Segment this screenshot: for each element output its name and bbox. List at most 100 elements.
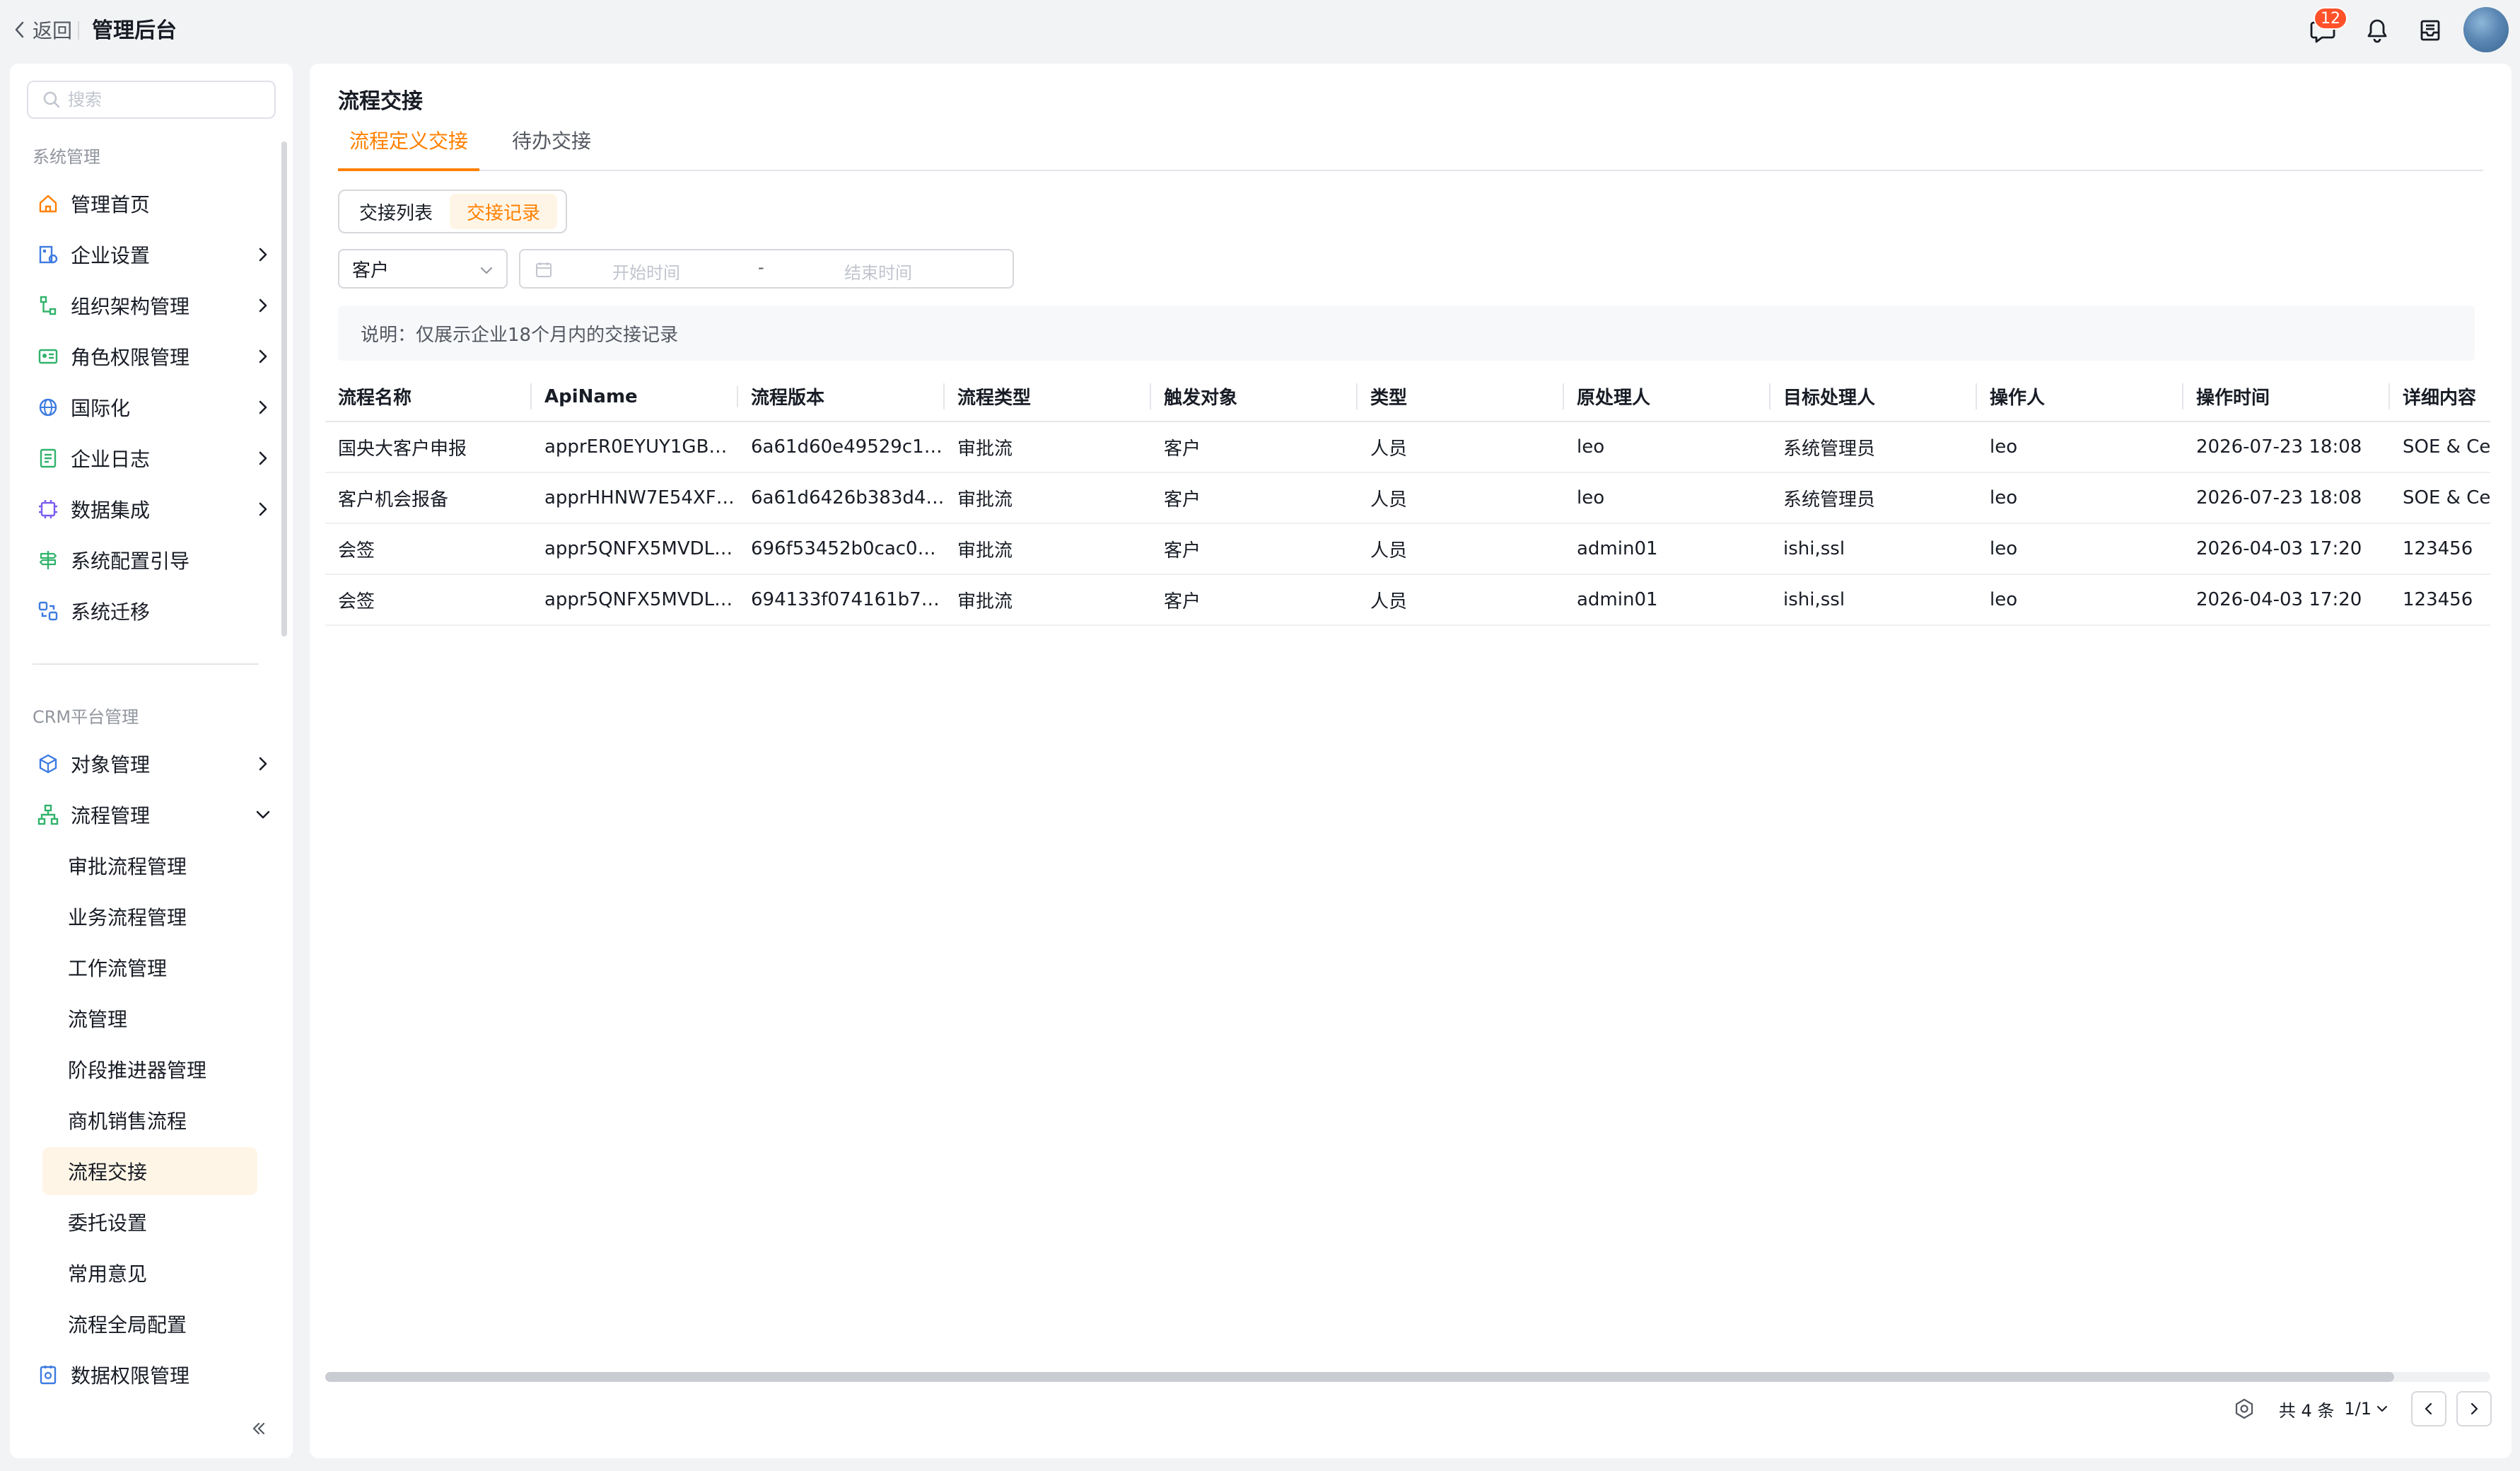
search-input[interactable] (68, 90, 266, 110)
column-header[interactable]: ApiName (532, 372, 738, 422)
tab-flow-definition-handover[interactable]: 流程定义交接 (338, 124, 480, 171)
flow-icon (35, 802, 61, 827)
sidebar-item-label: 国际化 (71, 397, 131, 420)
table-cell: admin01 (1564, 523, 1771, 575)
gear-icon[interactable] (2232, 1397, 2256, 1421)
column-header[interactable]: 流程类型 (945, 372, 1151, 422)
sidebar-subitem-label: 商机销售流程 (68, 1110, 187, 1133)
page-indicator-select[interactable]: 1/1 (2344, 1399, 2390, 1419)
table-cell: 人员 (1358, 574, 1564, 626)
column-header[interactable]: 详细内容 (2390, 372, 2490, 422)
segment-handover-records[interactable]: 交接记录 (450, 194, 558, 229)
prev-page-button[interactable] (2411, 1391, 2446, 1426)
sidebar-item-label: 对象管理 (71, 753, 151, 777)
sidebar-subitem-workflow[interactable]: 工作流管理 (42, 943, 257, 992)
end-date-input[interactable]: 结束时间 (844, 259, 912, 284)
total-count: 共 4 条 (2278, 1400, 2335, 1421)
object-select-value: 客户 (352, 260, 390, 281)
table-row[interactable]: 会签 appr5QNFX5MVDL… 696f53452b0cac01… 审批流… (325, 523, 2490, 575)
notice-banner: 说明：仅展示企业18个月内的交接记录 (338, 306, 2475, 361)
chevron-down-icon (481, 267, 492, 274)
table-cell: 审批流 (945, 523, 1151, 575)
column-header[interactable]: 操作人 (1977, 372, 2183, 422)
collapse-sidebar-icon[interactable] (247, 1417, 270, 1440)
sidebar-subitem-business-flow[interactable]: 业务流程管理 (42, 893, 257, 941)
chevron-right-icon (259, 248, 267, 262)
sidebar-subitem-flow-handover[interactable]: 流程交接 (42, 1147, 257, 1195)
object-select[interactable]: 客户 (338, 249, 508, 289)
column-header[interactable]: 类型 (1358, 372, 1564, 422)
data-permission-icon (35, 1362, 61, 1388)
chevron-down-icon (2377, 1406, 2387, 1412)
inbox-icon[interactable] (2415, 16, 2445, 45)
column-header[interactable]: 触发对象 (1151, 372, 1358, 422)
back-button[interactable]: 返回 (11, 14, 72, 45)
sidebar-item-system-migration[interactable]: 系统迁移 (35, 591, 273, 631)
section-label-system: 系统管理 (33, 147, 100, 167)
sidebar-subitem-label: 业务流程管理 (68, 906, 187, 929)
sidebar-item-object-management[interactable]: 对象管理 (35, 744, 273, 784)
table-cell: 会签 (325, 523, 532, 575)
chevron-right-icon (259, 400, 267, 414)
column-header[interactable]: 原处理人 (1564, 372, 1771, 422)
table-cell: 客户 (1151, 574, 1358, 626)
tab-todo-handover[interactable]: 待办交接 (501, 124, 602, 171)
page-title: 流程交接 (338, 89, 423, 114)
bell-icon[interactable] (2362, 16, 2392, 45)
sidebar-subitem-stage-promoter[interactable]: 阶段推进器管理 (42, 1045, 257, 1093)
sidebar-subitem-common-opinions[interactable]: 常用意见 (42, 1249, 257, 1297)
column-header[interactable]: 流程名称 (325, 372, 532, 422)
log-icon (35, 446, 61, 471)
sidebar-item-label: 企业日志 (71, 448, 151, 471)
table-row[interactable]: 国央大客户申报 apprER0EYUY1GB… 6a61d60e49529c16… (325, 421, 2490, 473)
sidebar-item-enterprise-settings[interactable]: 企业设置 (35, 235, 273, 274)
table-cell: leo (1977, 421, 2183, 473)
horizontal-scrollbar[interactable] (325, 1372, 2490, 1382)
sidebar-item-role-permission[interactable]: 角色权限管理 (35, 337, 273, 376)
globe-icon (35, 395, 61, 420)
sidebar-subitem-stream[interactable]: 流管理 (42, 994, 257, 1042)
search-box[interactable] (27, 81, 276, 119)
column-header[interactable]: 目标处理人 (1771, 372, 1977, 422)
sidebar-subitem-delegation[interactable]: 委托设置 (42, 1198, 257, 1246)
avatar[interactable] (2463, 7, 2509, 52)
sidebar-item-enterprise-log[interactable]: 企业日志 (35, 438, 273, 478)
enterprise-icon (35, 242, 61, 267)
sidebar-item-data-integration[interactable]: 数据集成 (35, 489, 273, 529)
sidebar-subitem-sales-process[interactable]: 商机销售流程 (42, 1096, 257, 1144)
sidebar-subitem-label: 委托设置 (68, 1211, 148, 1235)
migrate-icon (35, 598, 61, 624)
table-cell: SOE & Cer (2390, 472, 2490, 524)
scrollbar-thumb[interactable] (325, 1372, 2394, 1382)
segment-handover-list[interactable]: 交接列表 (342, 194, 450, 229)
sidebar-item-data-permission[interactable]: 数据权限管理 (35, 1355, 273, 1395)
table-cell: appr5QNFX5MVDL… (532, 574, 738, 626)
records-table-wrapper: 流程名称 ApiName 流程版本 流程类型 触发对象 类型 原处理人 目标处理… (325, 372, 2490, 1362)
main-panel: 流程交接 流程定义交接 待办交接 交接列表 交接记录 客户 开始时间 - 结束时… (310, 64, 2512, 1458)
sidebar-item-i18n[interactable]: 国际化 (35, 388, 273, 427)
table-row[interactable]: 会签 appr5QNFX5MVDL… 694133f074161b71… 审批流… (325, 574, 2490, 626)
start-date-input[interactable]: 开始时间 (612, 259, 680, 284)
sidebar-item-admin-home[interactable]: 管理首页 (35, 184, 273, 223)
sidebar-subitem-global-config[interactable]: 流程全局配置 (42, 1300, 257, 1348)
sidebar-scrollbar[interactable] (281, 141, 287, 636)
column-header[interactable]: 操作时间 (2183, 372, 2390, 422)
back-label: 返回 (33, 19, 73, 42)
chevron-left-icon (15, 21, 24, 38)
sidebar-subitem-label: 工作流管理 (68, 957, 168, 980)
chevron-right-icon (259, 298, 267, 313)
sidebar-subitem-approval-flow[interactable]: 审批流程管理 (42, 842, 257, 890)
table-cell: leo (1977, 523, 2183, 575)
column-header[interactable]: 流程版本 (738, 372, 945, 422)
page-indicator: 1/1 (2344, 1399, 2372, 1419)
org-icon (35, 293, 61, 318)
date-range-picker[interactable]: 开始时间 - 结束时间 (519, 249, 1014, 289)
table-row[interactable]: 客户机会报备 apprHHNW7E54XF… 6a61d6426b383d4… … (325, 472, 2490, 524)
sidebar-item-config-guide[interactable]: 系统配置引导 (35, 540, 273, 580)
next-page-button[interactable] (2456, 1391, 2492, 1426)
chevron-down-icon (256, 810, 270, 819)
table-cell: 客户 (1151, 421, 1358, 473)
guide-icon (35, 547, 61, 573)
sidebar-item-org-management[interactable]: 组织架构管理 (35, 286, 273, 325)
sidebar-item-flow-management[interactable]: 流程管理 (35, 795, 273, 835)
